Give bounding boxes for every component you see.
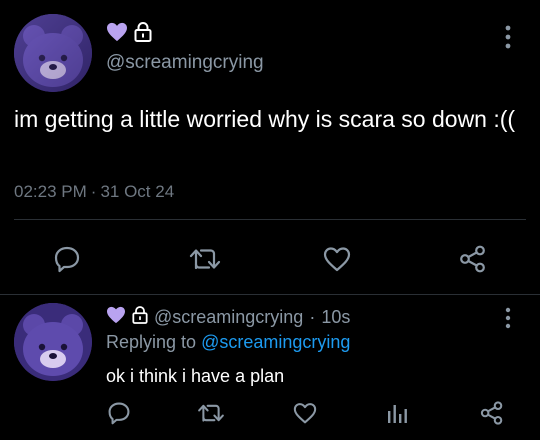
meta-separator: · bbox=[309, 307, 316, 327]
like-button[interactable] bbox=[292, 400, 318, 426]
tweet-text: im getting a little worried why is scara… bbox=[14, 106, 516, 132]
heart-badge-icon bbox=[106, 306, 126, 329]
reply-age: 10s bbox=[321, 307, 351, 327]
reply-button[interactable] bbox=[106, 400, 132, 426]
replying-to-handle-link[interactable]: @screamingcrying bbox=[201, 332, 350, 352]
heart-icon bbox=[293, 403, 317, 424]
bear-avatar-image bbox=[14, 303, 92, 381]
heart-icon bbox=[323, 247, 351, 272]
reply-header: @screamingcrying · 10s bbox=[106, 306, 350, 329]
share-button[interactable] bbox=[478, 400, 506, 426]
reply-author-handle[interactable]: @screamingcrying bbox=[154, 307, 303, 328]
lock-icon bbox=[134, 21, 152, 47]
reply-action-bar bbox=[0, 396, 540, 432]
share-button[interactable] bbox=[457, 244, 489, 274]
tweet-action-bar bbox=[0, 236, 540, 280]
reply-button[interactable] bbox=[52, 244, 82, 274]
avatar[interactable] bbox=[14, 14, 92, 92]
bar-chart-icon bbox=[388, 405, 407, 423]
replying-to-label: Replying to bbox=[106, 332, 197, 352]
account-badges bbox=[106, 21, 152, 47]
retweet-button[interactable] bbox=[196, 400, 226, 426]
tweet-time: 02:23 PM bbox=[14, 182, 87, 201]
tweet-date: 31 Oct 24 bbox=[100, 182, 175, 201]
heart-badge-icon bbox=[106, 22, 128, 47]
speech-bubble-icon bbox=[108, 402, 130, 425]
retweet-icon bbox=[198, 404, 224, 422]
divider bbox=[0, 294, 540, 295]
share-icon bbox=[480, 401, 503, 425]
stats-button[interactable] bbox=[384, 400, 410, 426]
like-button[interactable] bbox=[322, 244, 352, 274]
more-options-icon[interactable] bbox=[500, 24, 516, 50]
author-handle[interactable]: @screamingcrying bbox=[106, 52, 264, 74]
meta-separator: · bbox=[90, 182, 97, 201]
bear-avatar-image bbox=[14, 14, 92, 92]
retweet-icon bbox=[189, 249, 221, 270]
speech-bubble-icon bbox=[54, 246, 80, 273]
tweet-timestamp: 02:23 PM · 31 Oct 24 bbox=[14, 182, 174, 202]
retweet-button[interactable] bbox=[188, 244, 222, 274]
divider bbox=[14, 219, 526, 220]
more-options-icon[interactable] bbox=[500, 306, 516, 330]
reply-text: ok i think i have a plan bbox=[106, 366, 285, 386]
replying-to: Replying to @screamingcrying bbox=[106, 332, 350, 353]
lock-icon bbox=[132, 306, 148, 329]
share-icon bbox=[460, 245, 485, 273]
avatar[interactable] bbox=[14, 303, 92, 381]
